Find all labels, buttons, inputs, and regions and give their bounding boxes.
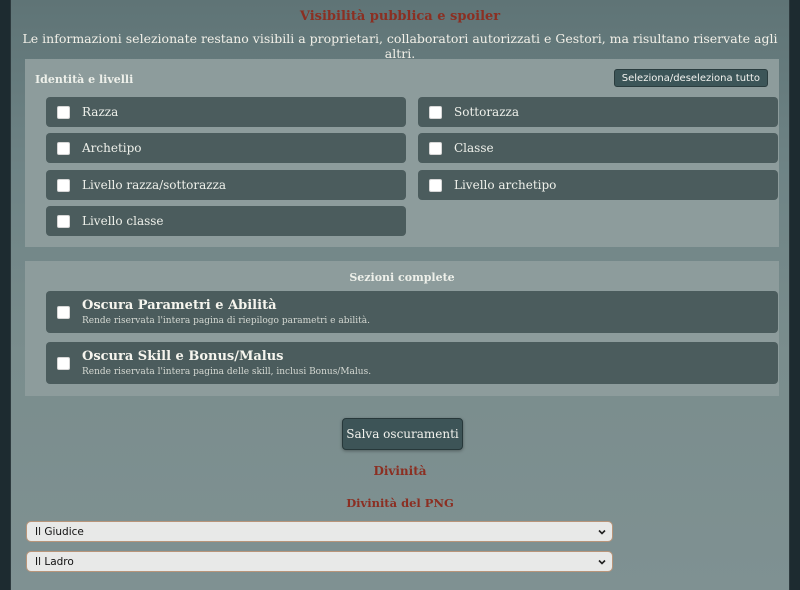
- option-label: Livello archetipo: [454, 178, 557, 192]
- option-label: Archetipo: [82, 141, 142, 155]
- option-description: Rende riservata l'intera pagina delle sk…: [82, 366, 372, 377]
- option-label: Sottorazza: [454, 105, 520, 119]
- visibility-title: Visibilità pubblica e spoiler: [299, 9, 501, 24]
- option-archetipo[interactable]: Archetipo: [46, 133, 406, 163]
- option-text: Oscura Skill e Bonus/Malus Rende riserva…: [82, 349, 371, 378]
- checkbox-icon[interactable]: [57, 305, 70, 319]
- divinity-select-2[interactable]: Il Ladro: [26, 551, 613, 572]
- option-label: Livello classe: [82, 214, 164, 228]
- checkbox-icon[interactable]: [57, 356, 70, 370]
- option-hide-skills[interactable]: Oscura Skill e Bonus/Malus Rende riserva…: [46, 342, 778, 384]
- checkbox-icon[interactable]: [429, 178, 442, 192]
- option-hide-parameters[interactable]: Oscura Parametri e Abilità Rende riserva…: [46, 291, 778, 333]
- option-livello-classe[interactable]: Livello classe: [46, 206, 406, 236]
- select-value: Il Ladro: [35, 555, 74, 568]
- select-value: Il Giudice: [35, 525, 84, 538]
- checkbox-icon[interactable]: [57, 178, 70, 192]
- save-button[interactable]: Salva oscuramenti: [342, 418, 463, 450]
- option-title: Oscura Skill e Bonus/Malus: [82, 348, 284, 364]
- option-title: Oscura Parametri e Abilità: [82, 297, 277, 313]
- checkbox-icon[interactable]: [429, 141, 442, 155]
- complete-sections-label: Sezioni complete: [349, 271, 455, 284]
- checkbox-icon[interactable]: [57, 141, 70, 155]
- identity-levels-panel: Identità e livelli Seleziona/deseleziona…: [25, 59, 779, 247]
- option-classe[interactable]: Classe: [418, 133, 778, 163]
- divinity-select-1[interactable]: Il Giudice: [26, 521, 613, 542]
- option-description: Rende riservata l'intera pagina di riepi…: [82, 315, 370, 326]
- toggle-all-button[interactable]: Seleziona/deseleziona tutto: [613, 69, 768, 87]
- chevron-down-icon: [598, 529, 606, 535]
- complete-sections-panel: Sezioni complete Oscura Parametri e Abil…: [25, 261, 779, 396]
- checkbox-icon[interactable]: [57, 105, 70, 119]
- identity-levels-label: Identità e livelli: [35, 73, 134, 86]
- divinity-subtitle: Divinità del PNG: [346, 496, 454, 510]
- option-label: Razza: [82, 105, 119, 119]
- option-sottorazza[interactable]: Sottorazza: [418, 97, 778, 127]
- spoiler-settings-page: Visibilità pubblica e spoiler Le informa…: [10, 0, 790, 590]
- option-razza[interactable]: Razza: [46, 97, 406, 127]
- divinity-title: Divinità: [373, 464, 427, 478]
- visibility-subtitle: Le informazioni selezionate restano visi…: [22, 31, 778, 61]
- option-label: Livello razza/sottorazza: [82, 178, 227, 192]
- option-livello-razza[interactable]: Livello razza/sottorazza: [46, 170, 406, 200]
- option-livello-archetipo[interactable]: Livello archetipo: [418, 170, 778, 200]
- chevron-down-icon: [598, 559, 606, 565]
- checkbox-icon[interactable]: [429, 105, 442, 119]
- option-text: Oscura Parametri e Abilità Rende riserva…: [82, 298, 370, 327]
- checkbox-icon[interactable]: [57, 214, 70, 228]
- option-label: Classe: [454, 141, 494, 155]
